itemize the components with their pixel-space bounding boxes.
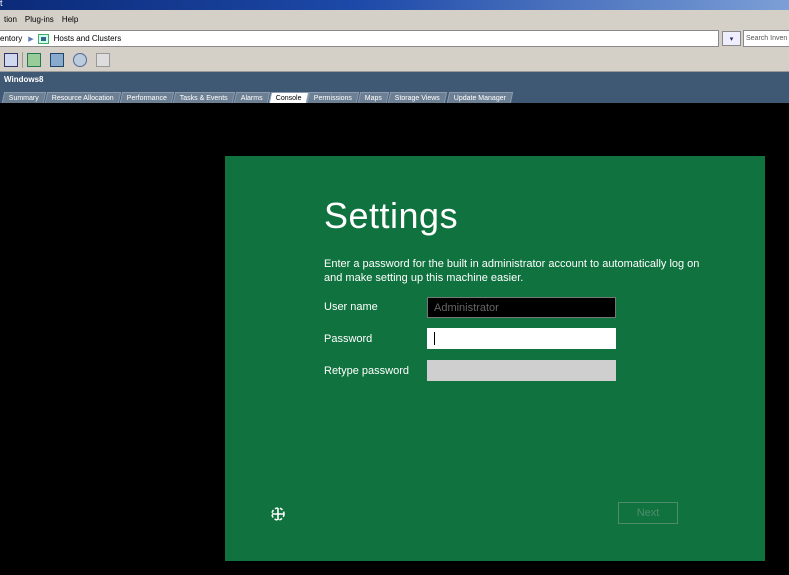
tab-maps[interactable]: Maps xyxy=(358,92,390,103)
text-caret xyxy=(434,332,435,345)
retype-password-field[interactable] xyxy=(427,360,616,381)
window-title: t xyxy=(0,0,3,8)
next-button[interactable]: Next xyxy=(618,502,678,524)
settings-description: Enter a password for the built in admini… xyxy=(324,258,700,284)
navigation-bar: entory ▶ Hosts and Clusters ▾ Search Inv… xyxy=(0,28,789,49)
ease-of-access-icon[interactable] xyxy=(269,505,287,523)
hosts-clusters-icon xyxy=(37,33,49,44)
title-bar: t xyxy=(0,0,789,10)
username-label: User name xyxy=(324,301,378,313)
object-title: Windows8 xyxy=(4,75,44,84)
tab-strip: Summary Resource Allocation Performance … xyxy=(1,92,513,103)
search-scope-button[interactable]: ▾ xyxy=(722,31,741,46)
breadcrumb-separator-icon: ▶ xyxy=(28,35,34,43)
new-vm-icon[interactable] xyxy=(27,53,41,67)
menu-administration[interactable]: tion xyxy=(0,15,21,24)
tab-alarms[interactable]: Alarms xyxy=(233,92,270,103)
breadcrumb: entory ▶ Hosts and Clusters xyxy=(0,30,719,47)
inventory-icon[interactable] xyxy=(4,53,18,67)
menu-help[interactable]: Help xyxy=(58,15,82,24)
revert-icon[interactable] xyxy=(96,53,110,67)
search-input[interactable]: Search Inven xyxy=(743,30,789,47)
tab-resource-allocation[interactable]: Resource Allocation xyxy=(44,92,121,103)
object-header: Windows8 Summary Resource Allocation Per… xyxy=(0,72,789,103)
tab-tasks-events[interactable]: Tasks & Events xyxy=(172,92,235,103)
tab-performance[interactable]: Performance xyxy=(119,92,175,103)
tab-storage-views[interactable]: Storage Views xyxy=(388,92,448,103)
tab-summary[interactable]: Summary xyxy=(1,92,47,103)
password-label: Password xyxy=(324,333,373,345)
toolbar xyxy=(0,49,789,72)
username-field: Administrator xyxy=(427,297,616,318)
tab-permissions[interactable]: Permissions xyxy=(307,92,360,103)
migrate-icon[interactable] xyxy=(50,53,64,67)
retype-password-label: Retype password xyxy=(324,365,409,377)
breadcrumb-hosts-clusters[interactable]: Hosts and Clusters xyxy=(54,34,122,43)
password-field[interactable] xyxy=(427,328,616,349)
tab-update-manager[interactable]: Update Manager xyxy=(446,92,513,103)
toolbar-divider xyxy=(22,52,23,68)
breadcrumb-inventory[interactable]: entory xyxy=(0,34,22,43)
windows-setup-screen: Settings Enter a password for the built … xyxy=(225,156,765,561)
snapshot-icon[interactable] xyxy=(73,53,87,67)
menu-bar: tion Plug-ins Help xyxy=(0,10,789,28)
tab-console[interactable]: Console xyxy=(268,92,309,103)
page-title: Settings xyxy=(324,195,459,236)
menu-plugins[interactable]: Plug-ins xyxy=(21,15,58,24)
